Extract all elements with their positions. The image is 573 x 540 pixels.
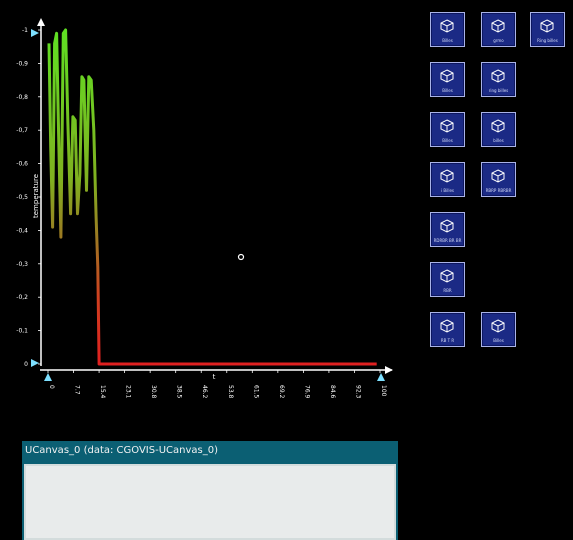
- y-tick-label: -0,9: [16, 60, 28, 67]
- x-tick-label: 69.2: [278, 385, 285, 399]
- cube-icon: [439, 18, 455, 33]
- x-max-handle[interactable]: [377, 373, 385, 381]
- object-tile-label: RB T R: [440, 338, 455, 343]
- object-tile-label: Billes: [442, 138, 453, 143]
- cube-icon: [490, 118, 506, 133]
- x-tick-label: 30.8: [150, 385, 157, 399]
- cube-icon: [539, 18, 555, 33]
- cube-icon: [490, 68, 506, 83]
- x-tick-label: 84.6: [329, 385, 336, 399]
- cube-icon: [439, 218, 455, 233]
- object-tile-label: billes: [493, 138, 504, 143]
- object-tile-label: i Billes: [440, 188, 454, 193]
- y-tick-label: -0,6: [16, 161, 28, 168]
- cube-icon: [439, 268, 455, 283]
- y-axis-label: temperature: [32, 174, 40, 218]
- y-tick-label: -0,4: [16, 227, 28, 234]
- cube-icon: [439, 168, 455, 183]
- object-tile-label: Billes: [442, 88, 453, 93]
- object-tile-label: Billes: [442, 38, 453, 43]
- object-tile-label: RDRBR BR BR: [433, 238, 462, 243]
- x-axis-label: t: [213, 373, 216, 381]
- y-min-handle[interactable]: [31, 359, 39, 367]
- y-axis-arrowhead: [37, 18, 45, 26]
- cube-icon: [490, 168, 506, 183]
- temperature-series-line: [47, 28, 377, 366]
- canvas-drawing-area[interactable]: [24, 464, 396, 540]
- cube-icon: [490, 18, 506, 33]
- cube-icon: [439, 118, 455, 133]
- object-tile[interactable]: Ring billes: [530, 12, 565, 47]
- x-tick-label: 46.2: [201, 385, 208, 399]
- x-tick-label: 100: [380, 385, 387, 397]
- canvas-panel[interactable]: UCanvas_0 (data: CGOVIS-UCanvas_0): [22, 441, 398, 540]
- object-tile[interactable]: billes: [481, 112, 516, 147]
- y-tick-label: -0,1: [16, 328, 28, 335]
- x-tick-label: 7.7: [74, 385, 81, 395]
- cube-icon: [490, 318, 506, 333]
- object-tile[interactable]: Billes: [430, 112, 465, 147]
- cursor-marker: [237, 253, 245, 261]
- object-tile[interactable]: RDRBR BR BR: [430, 212, 465, 247]
- object-tile-label: RBRP RBRBR: [485, 188, 512, 193]
- object-tile[interactable]: RB T R: [430, 312, 465, 347]
- cube-icon: [439, 318, 455, 333]
- y-tick-label: -0,8: [16, 94, 28, 101]
- object-tile-label: grmo: [493, 38, 504, 43]
- object-tile[interactable]: Billes: [481, 312, 516, 347]
- x-axis-ticks: 0 7.7 15.4 23.1 30.8 38.5 46.2 53.8 61.5 69.2 76.9…: [47, 370, 387, 399]
- object-tile[interactable]: i Billes: [430, 162, 465, 197]
- object-tile[interactable]: Billes: [430, 62, 465, 97]
- object-tile-label: RBR: [443, 288, 452, 293]
- y-tick-label: 0: [24, 361, 28, 368]
- y-tick-label: -0,3: [16, 261, 28, 268]
- x-tick-label: 38.5: [176, 385, 183, 399]
- object-tile-label: Billes: [493, 338, 504, 343]
- x-tick-label: 92.3: [354, 385, 361, 399]
- object-tile[interactable]: ring billes: [481, 62, 516, 97]
- y-max-handle[interactable]: [31, 29, 39, 37]
- y-tick-label: -1: [22, 27, 28, 34]
- object-tile-label: ring billes: [488, 88, 509, 93]
- chart-axes: [31, 18, 393, 381]
- x-tick-label: 15.4: [99, 385, 106, 399]
- x-min-handle[interactable]: [44, 373, 52, 381]
- x-tick-label: 53.8: [227, 385, 234, 399]
- object-tile-label: Ring billes: [537, 38, 558, 43]
- canvas-title: UCanvas_0 (data: CGOVIS-UCanvas_0): [25, 445, 218, 456]
- x-tick-label: 0: [48, 385, 55, 389]
- x-tick-label: 23.1: [125, 385, 132, 399]
- object-tile[interactable]: RBR: [430, 262, 465, 297]
- y-tick-label: -0,5: [16, 194, 28, 201]
- object-tile[interactable]: RBRP RBRBR: [481, 162, 516, 197]
- object-tile[interactable]: Billes: [430, 12, 465, 47]
- object-tile[interactable]: grmo: [481, 12, 516, 47]
- x-tick-label: 76.9: [303, 385, 310, 399]
- y-tick-label: -0,2: [16, 294, 28, 301]
- x-axis-arrowhead: [385, 366, 393, 374]
- cube-icon: [439, 68, 455, 83]
- x-tick-label: 61.5: [252, 385, 259, 399]
- y-tick-label: -0,7: [16, 127, 28, 134]
